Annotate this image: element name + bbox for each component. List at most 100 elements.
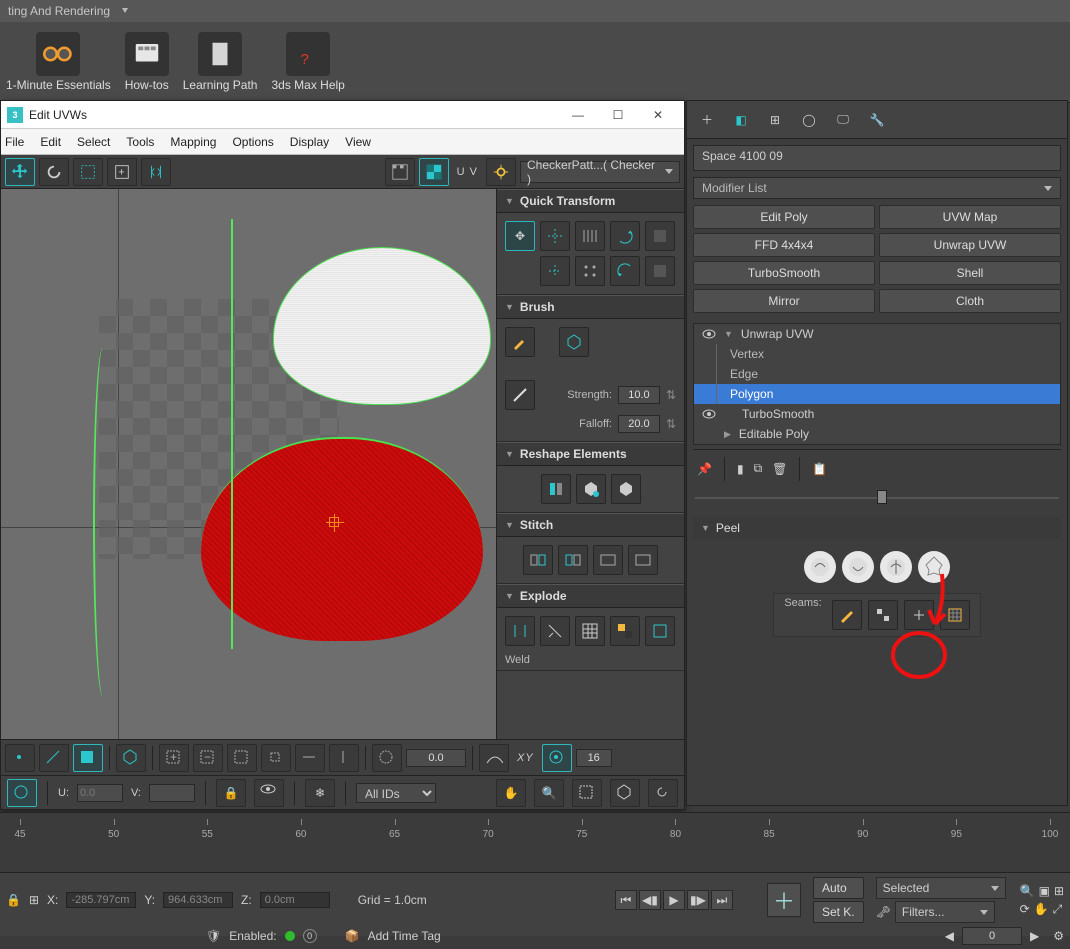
y-coord[interactable]: 964.633cm — [163, 892, 233, 908]
qt-btn-4[interactable] — [645, 221, 675, 251]
explode-1[interactable] — [505, 616, 535, 646]
stack-edge[interactable]: Edge — [694, 364, 1060, 384]
zoom-icon[interactable]: 🔍 — [1020, 884, 1035, 898]
addtag-label[interactable]: Add Time Tag — [368, 929, 441, 943]
element-mode[interactable] — [116, 744, 146, 772]
checker-toggle[interactable] — [419, 158, 449, 186]
qt-btn-7[interactable] — [610, 256, 640, 286]
mod-unwrap[interactable]: Unwrap UVW — [879, 233, 1061, 257]
explode-2[interactable] — [540, 616, 570, 646]
qt-btn-5[interactable] — [540, 256, 570, 286]
stack-turbosmooth[interactable]: TurboSmooth — [694, 404, 1060, 424]
qt-btn-3[interactable] — [610, 221, 640, 251]
freeform-tool[interactable]: + — [107, 158, 137, 186]
mirror-tool[interactable] — [141, 158, 171, 186]
menu-select[interactable]: Select — [77, 135, 110, 149]
explode-4[interactable] — [610, 616, 640, 646]
ring-sel[interactable] — [329, 744, 359, 772]
shortcut-help[interactable]: ? 3ds Max Help — [271, 32, 344, 92]
strength-spinner[interactable] — [618, 386, 660, 404]
show-end-result-icon[interactable]: ▮ — [737, 462, 744, 476]
spinner-arrows-icon[interactable]: ⇅ — [666, 417, 676, 431]
goto-end-icon[interactable]: ⏭ — [711, 890, 733, 910]
spinner-arrows-icon[interactable]: ⇅ — [666, 388, 676, 402]
show-map-toggle[interactable] — [385, 158, 415, 186]
qt-btn-6[interactable] — [575, 256, 605, 286]
delete-modifier-icon[interactable]: 🗑 — [772, 462, 787, 476]
shortcut-howtos[interactable]: How-tos — [125, 32, 169, 92]
snap-toggle[interactable] — [542, 744, 572, 772]
rollout-explode[interactable]: Explode — [497, 584, 684, 608]
hierarchy-tab[interactable]: ⊞ — [761, 106, 789, 134]
seam-edit-icon[interactable] — [832, 600, 862, 630]
visibility-icon[interactable] — [702, 327, 716, 341]
stitch-1[interactable] — [523, 545, 553, 575]
snap-value[interactable] — [576, 749, 612, 767]
uv-cluster-white[interactable] — [273, 247, 491, 405]
menu-view[interactable]: View — [345, 135, 371, 149]
pelt-map-icon[interactable] — [918, 551, 950, 583]
mod-cloth[interactable]: Cloth — [879, 289, 1061, 313]
menu-options[interactable]: Options — [232, 135, 273, 149]
stack-editable-poly[interactable]: ▶ Editable Poly — [694, 424, 1060, 444]
brush-shape[interactable] — [505, 380, 535, 410]
seam-p2p-icon[interactable] — [868, 600, 898, 630]
next-frame-icon[interactable]: ▮▶ — [687, 890, 709, 910]
menu-tools[interactable]: Tools — [126, 135, 154, 149]
menu-mapping[interactable]: Mapping — [170, 135, 216, 149]
rotate-tool[interactable] — [39, 158, 69, 186]
shortcut-learning[interactable]: Learning Path — [183, 32, 258, 92]
loop-sel[interactable] — [295, 744, 325, 772]
shrink-sel[interactable] — [261, 744, 291, 772]
maximize-button[interactable]: ☐ — [598, 101, 638, 129]
zoom-extents-icon[interactable] — [610, 779, 640, 807]
zoom-icon[interactable]: 🔍 — [534, 779, 564, 807]
reshape-relax[interactable] — [576, 474, 606, 504]
brush-paint[interactable] — [505, 327, 535, 357]
vert-subobj[interactable] — [5, 744, 35, 772]
seam-expand-icon[interactable] — [904, 600, 934, 630]
softsel-value[interactable] — [406, 749, 466, 767]
stack-polygon[interactable]: Polygon — [694, 384, 1060, 404]
time-config-icon[interactable]: ⚙ — [1053, 929, 1064, 943]
mod-shell[interactable]: Shell — [879, 261, 1061, 285]
goto-start-icon[interactable]: ⏮ — [615, 890, 637, 910]
scale-tool[interactable] — [73, 158, 103, 186]
isolate-icon[interactable]: ⊞ — [29, 893, 39, 907]
menu-edit[interactable]: Edit — [40, 135, 61, 149]
edge-subobj[interactable] — [39, 744, 69, 772]
snow-icon[interactable]: ❄ — [305, 779, 335, 807]
script-icon[interactable]: 🛡 — [206, 929, 221, 943]
u-input[interactable] — [77, 784, 123, 802]
transform-gizmo[interactable] — [7, 779, 37, 807]
rollout-stitch[interactable]: Stitch — [497, 513, 684, 537]
v-input[interactable] — [149, 784, 195, 802]
lock-icon[interactable]: 🔒 — [216, 779, 246, 807]
all-views-icon[interactable]: ⊞ — [1054, 884, 1064, 898]
peel-quick-icon[interactable] — [804, 551, 836, 583]
lock-selection-icon[interactable]: 🔒 — [6, 893, 21, 907]
configure-sets-icon[interactable]: 📋 — [812, 462, 827, 476]
stack-unwrap[interactable]: ▼ Unwrap UVW — [694, 324, 1060, 344]
sel-sub[interactable]: − — [193, 744, 223, 772]
peel-reset-icon[interactable] — [842, 551, 874, 583]
sel-add[interactable]: + — [159, 744, 189, 772]
menu-file[interactable]: File — [5, 135, 24, 149]
prev-frame-icon[interactable]: ◀▮ — [639, 890, 661, 910]
motion-tab[interactable]: ◯ — [795, 106, 823, 134]
explode-3[interactable] — [575, 616, 605, 646]
qt-btn-8[interactable] — [645, 256, 675, 286]
mod-mirror[interactable]: Mirror — [693, 289, 875, 313]
paint-sel[interactable] — [372, 744, 402, 772]
move-tool[interactable] — [5, 158, 35, 186]
create-tab[interactable]: ＋ — [693, 106, 721, 134]
add-key-button[interactable]: ＋ — [767, 883, 801, 917]
face-subobj[interactable] — [73, 744, 103, 772]
dropdown-icon[interactable] — [118, 5, 140, 17]
pin-stack-icon[interactable]: 📌 — [697, 462, 712, 476]
stack-vertex[interactable]: Vertex — [694, 344, 1060, 364]
options-button[interactable] — [486, 158, 516, 186]
ids-combo[interactable]: All IDs — [356, 783, 436, 803]
next-key-icon[interactable]: ▶ — [1030, 929, 1039, 943]
mod-ffd[interactable]: FFD 4x4x4 — [693, 233, 875, 257]
